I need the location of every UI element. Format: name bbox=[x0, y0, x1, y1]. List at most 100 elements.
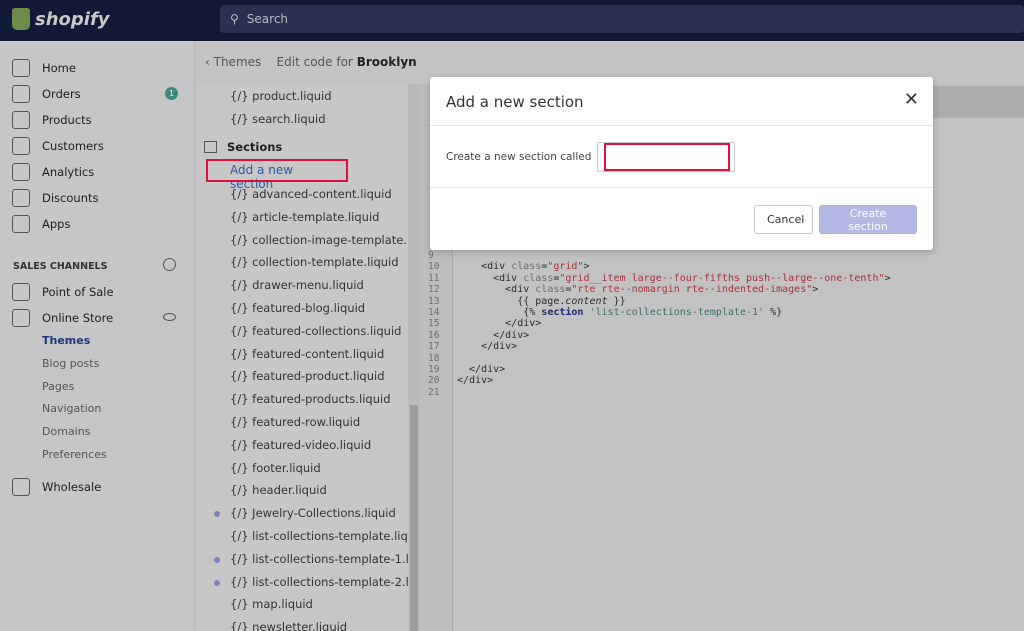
file-name: list-collections-template.liquid bbox=[252, 529, 408, 543]
file-name: article-template.liquid bbox=[252, 209, 380, 224]
line-number: 21 bbox=[428, 386, 440, 398]
code-line: <div class="grid"> bbox=[457, 261, 590, 273]
file-item[interactable]: {/} article-template.liquid bbox=[230, 210, 379, 224]
sidebar-item-home[interactable]: Home bbox=[12, 59, 76, 77]
add-channel-icon[interactable] bbox=[163, 258, 176, 271]
file-item[interactable]: {/} featured-products.liquid bbox=[230, 392, 391, 406]
person-icon bbox=[12, 137, 30, 155]
file-item[interactable]: {/} featured-video.liquid bbox=[230, 438, 371, 452]
sidebar-subitem-pages[interactable]: Pages bbox=[42, 380, 74, 393]
file-name: collection-image-template.liquid bbox=[252, 232, 408, 247]
file-item[interactable]: {/} list-collections-template-2.liquid bbox=[214, 575, 408, 589]
close-icon[interactable]: ✕ bbox=[904, 89, 919, 110]
modal-title: Add a new section bbox=[430, 77, 933, 126]
sidebar-item-online-store[interactable]: Online Store bbox=[12, 309, 113, 327]
sidebar-item-label: Home bbox=[42, 61, 76, 75]
file-list: Sections Add a new section {/} product.l… bbox=[196, 84, 408, 631]
sidebar-item-discounts[interactable]: Discounts bbox=[12, 189, 98, 207]
tag-icon bbox=[12, 111, 30, 129]
create-section-button[interactable]: Create section bbox=[819, 205, 917, 234]
file-name: header.liquid bbox=[252, 483, 327, 498]
orders-badge: 1 bbox=[165, 87, 178, 100]
chart-icon bbox=[12, 163, 30, 181]
file-name: featured-video.liquid bbox=[252, 437, 372, 452]
shopify-logo[interactable]: shopify bbox=[12, 8, 110, 30]
file-item[interactable]: {/} featured-blog.liquid bbox=[230, 301, 365, 315]
file-name: newsletter.liquid bbox=[252, 620, 348, 631]
sidebar-item-analytics[interactable]: Analytics bbox=[12, 163, 94, 181]
scrollbar-thumb[interactable] bbox=[410, 405, 418, 631]
file-item[interactable]: {/} header.liquid bbox=[230, 483, 327, 497]
search-input[interactable]: ⚲ Search bbox=[220, 5, 1024, 33]
file-item[interactable]: {/} map.liquid bbox=[230, 597, 313, 611]
code-line: </div> bbox=[457, 329, 530, 341]
code-line: {% section 'list-collections-template-1'… bbox=[457, 307, 783, 318]
code-line: </div> bbox=[457, 341, 518, 353]
file-item[interactable]: {/} drawer-menu.liquid bbox=[230, 278, 364, 292]
sections-folder[interactable]: Sections bbox=[204, 140, 282, 154]
sidebar-item-apps[interactable]: Apps bbox=[12, 215, 70, 233]
line-number: 11 bbox=[428, 272, 440, 284]
sidebar bbox=[0, 41, 195, 631]
file-name: map.liquid bbox=[252, 597, 313, 612]
section-name-input[interactable] bbox=[604, 142, 731, 171]
sidebar-item-label: Apps bbox=[42, 217, 71, 231]
code-line: </div> bbox=[457, 364, 506, 375]
line-number: 18 bbox=[428, 352, 440, 364]
code-line: <div class="rte rte--nomargin rte--inden… bbox=[457, 284, 819, 296]
sidebar-subitem-domains[interactable]: Domains bbox=[42, 425, 90, 438]
line-number: 14 bbox=[428, 307, 440, 318]
section-name-label: Create a new section called bbox=[446, 150, 592, 163]
file-name: featured-blog.liquid bbox=[252, 301, 366, 315]
file-item[interactable]: {/} featured-content.liquid bbox=[230, 347, 384, 361]
file-item[interactable]: {/} featured-collections.liquid bbox=[230, 324, 401, 338]
file-item[interactable]: {/} product.liquid bbox=[230, 89, 332, 103]
file-item[interactable]: {/} footer.liquid bbox=[230, 461, 321, 475]
sidebar-subitem-themes[interactable]: Themes bbox=[42, 334, 90, 347]
discount-icon bbox=[12, 189, 30, 207]
file-item[interactable]: {/} newsletter.liquid bbox=[230, 620, 347, 631]
file-name: Jewelry-Collections.liquid bbox=[252, 506, 396, 521]
modified-dot bbox=[214, 579, 220, 586]
line-number: 13 bbox=[428, 295, 440, 307]
add-new-section-link[interactable]: Add a new section bbox=[206, 159, 348, 191]
sidebar-subitem-navigation[interactable]: Navigation bbox=[42, 402, 101, 415]
file-name: featured-content.liquid bbox=[252, 346, 385, 361]
file-item[interactable]: {/} featured-product.liquid bbox=[230, 369, 385, 383]
file-name: featured-products.liquid bbox=[252, 392, 391, 407]
file-name: featured-product.liquid bbox=[252, 369, 385, 384]
sidebar-item-label: Online Store bbox=[42, 311, 114, 325]
line-number: 16 bbox=[428, 329, 440, 341]
file-name: footer.liquid bbox=[252, 460, 321, 475]
sidebar-item-orders[interactable]: Orders bbox=[12, 85, 81, 103]
file-name: collection-template.liquid bbox=[252, 255, 399, 270]
file-item[interactable]: {/} search.liquid bbox=[230, 112, 326, 126]
folder-icon bbox=[204, 141, 217, 153]
code-line: </div> bbox=[457, 375, 494, 387]
code-line: {{ page.content }} bbox=[457, 295, 626, 307]
file-item[interactable]: {/} collection-image-template.liquid bbox=[230, 233, 408, 247]
file-item[interactable]: {/} list-collections-template.liquid bbox=[230, 529, 408, 543]
back-to-themes-link[interactable]: ‹ Themes bbox=[205, 55, 261, 69]
file-item[interactable]: {/} advanced-content.liquid bbox=[230, 187, 392, 201]
sidebar-subitem-preferences[interactable]: Preferences bbox=[42, 448, 107, 461]
sidebar-item-point-of-sale[interactable]: Point of Sale bbox=[12, 283, 114, 301]
sidebar-item-customers[interactable]: Customers bbox=[12, 137, 104, 155]
sidebar-item-wholesale[interactable]: Wholesale bbox=[12, 478, 101, 496]
file-item[interactable]: {/} Jewelry-Collections.liquid bbox=[214, 506, 396, 521]
line-number: 9 bbox=[428, 250, 434, 261]
search-icon: ⚲ bbox=[230, 12, 239, 26]
sidebar-item-products[interactable]: Products bbox=[12, 111, 92, 129]
file-item[interactable]: {/} collection-template.liquid bbox=[230, 255, 399, 269]
sidebar-item-label: Orders bbox=[42, 87, 81, 101]
cancel-button[interactable]: Cancel bbox=[754, 205, 813, 234]
file-name: featured-row.liquid bbox=[252, 415, 361, 429]
file-item[interactable]: {/} list-collections-template-1.liquid bbox=[214, 551, 408, 566]
sidebar-subitem-blog-posts[interactable]: Blog posts bbox=[42, 357, 99, 370]
file-name: list-collections-template-1.liquid bbox=[252, 551, 408, 566]
shopify-bag-icon bbox=[12, 8, 30, 30]
sidebar-item-label: Wholesale bbox=[42, 480, 102, 494]
line-number: 17 bbox=[428, 341, 440, 353]
file-item[interactable]: {/} featured-row.liquid bbox=[230, 415, 360, 429]
eye-icon[interactable] bbox=[163, 313, 176, 321]
